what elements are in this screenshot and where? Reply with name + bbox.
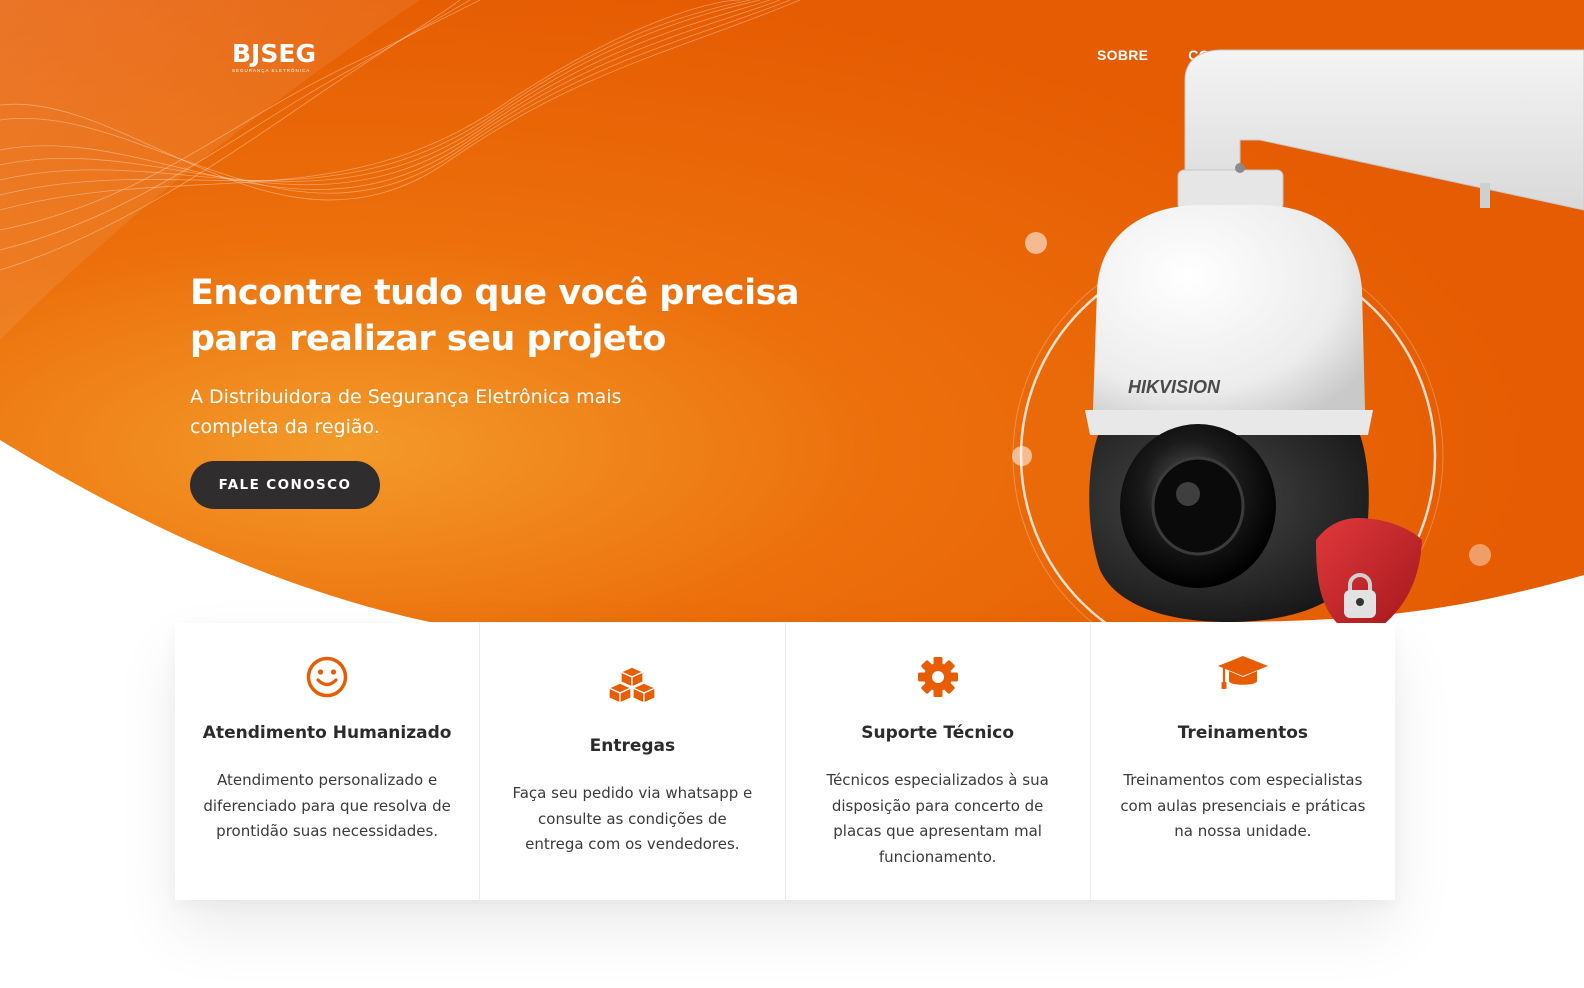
smile-icon <box>306 656 348 698</box>
graduation-cap-icon <box>1217 656 1268 689</box>
feature-title: Suporte Técnico <box>861 723 1015 743</box>
feature-title: Treinamentos <box>1177 723 1309 743</box>
feature-text: Atendimento personalizado e diferenciado… <box>203 771 451 840</box>
feature-title: Entregas <box>589 736 676 756</box>
feature-text: Faça seu pedido via whatsapp e consulte … <box>512 784 753 853</box>
feature-card-treinamentos: Treinamentos Treinamentos com especialis… <box>1091 623 1395 900</box>
feature-title: Atendimento Humanizado <box>202 723 452 743</box>
brand-name: BJSEG <box>232 39 316 68</box>
feature-card-atendimento: Atendimento Humanizado Atendimento perso… <box>175 623 481 900</box>
feature-card-entregas: Entregas Faça seu pedido via whatsapp e … <box>480 623 786 900</box>
gear-icon <box>917 657 958 697</box>
feature-text: Treinamentos com especialistas com aulas… <box>1120 771 1366 840</box>
feature-card-suporte: Suporte Técnico Técnicos especializados … <box>786 623 1091 900</box>
hero-title: Encontre tudo que você precisa para real… <box>190 273 800 359</box>
camera-brand-label: HIKVISION <box>1128 377 1221 397</box>
fale-conosco-button[interactable]: FALE CONOSCO <box>190 461 380 509</box>
hero-subtitle: A Distribuidora de Segurança Eletrônica … <box>190 386 622 438</box>
brand-logo[interactable]: BJSEG Segurança Eletrônica <box>232 40 316 74</box>
security-camera-image: HIKVISION <box>1012 49 1584 650</box>
boxes-icon <box>608 666 657 704</box>
brand-tagline: Segurança Eletrônica <box>232 68 311 73</box>
feature-text: Técnicos especializados à sua disposição… <box>826 771 1049 866</box>
features-section: Atendimento Humanizado Atendimento perso… <box>175 623 1395 900</box>
